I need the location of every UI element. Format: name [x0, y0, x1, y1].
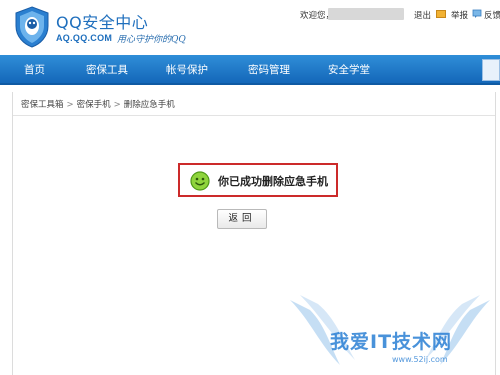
blurred-username — [328, 8, 404, 20]
success-message-box: 你已成功删除应急手机 — [178, 163, 338, 197]
report-link[interactable]: 举报 — [451, 9, 468, 21]
breadcrumb-separator: > — [113, 100, 121, 110]
breadcrumb-item-security-phone[interactable]: 密保手机 — [77, 100, 111, 110]
nav-item-security-tools[interactable]: 密保工具 — [86, 62, 128, 77]
breadcrumb: 密保工具箱 > 密保手机 > 删除应急手机 — [13, 92, 495, 116]
nav-item-password-management[interactable]: 密码管理 — [248, 62, 290, 77]
watermark-text: 我爱IT技术网 — [330, 331, 453, 353]
nav-side-icon[interactable] — [482, 59, 500, 81]
watermark-url: www.52ij.com — [392, 355, 448, 364]
smile-icon — [190, 171, 210, 191]
success-message: 你已成功删除应急手机 — [218, 175, 328, 188]
feedback-icon[interactable] — [472, 9, 482, 19]
feedback-link[interactable]: 反馈建议 — [484, 9, 500, 21]
breadcrumb-separator: > — [66, 100, 74, 110]
nav-item-security-school[interactable]: 安全学堂 — [328, 62, 370, 77]
site-domain: AQ.QQ.COM — [56, 33, 113, 43]
nav-item-home[interactable]: 首页 — [24, 62, 45, 77]
mail-icon[interactable] — [436, 10, 446, 18]
header: QQ安全中心 AQ.QQ.COM 用心守护你的QQ 欢迎您， 退出 举报 反馈建… — [0, 0, 500, 55]
nav-item-account-protection[interactable]: 帐号保护 — [166, 62, 208, 77]
back-button[interactable]: 返回 — [217, 209, 267, 229]
site-title[interactable]: QQ安全中心 — [56, 9, 148, 33]
main-nav: 首页 密保工具 帐号保护 密码管理 安全学堂 — [0, 55, 500, 85]
qq-shield-logo-icon[interactable] — [14, 6, 50, 48]
logout-link[interactable]: 退出 — [414, 9, 431, 21]
site-slogan: 用心守护你的QQ — [117, 35, 186, 45]
breadcrumb-item-current: 删除应急手机 — [123, 100, 175, 110]
breadcrumb-item-toolbox[interactable]: 密保工具箱 — [21, 100, 64, 110]
